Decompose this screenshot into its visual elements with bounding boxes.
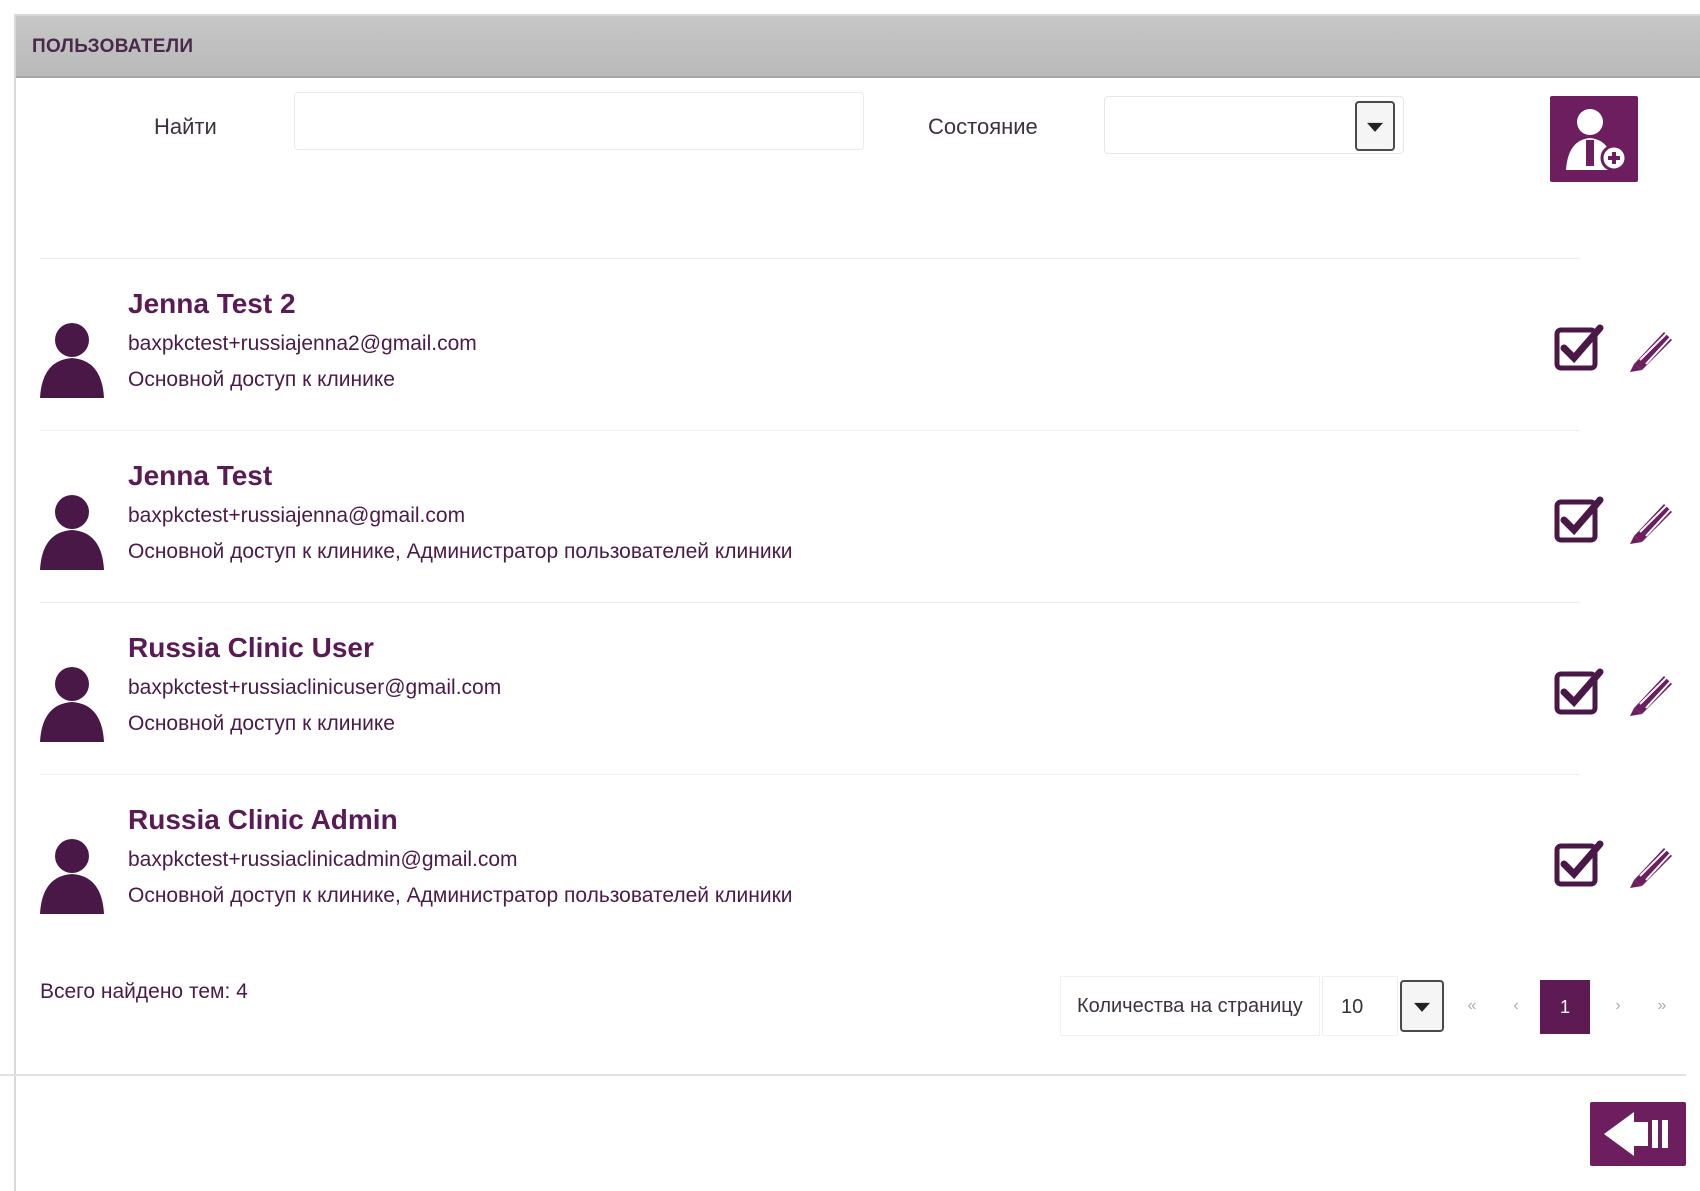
- divider: [40, 430, 1580, 431]
- user-avatar-icon: [40, 495, 104, 570]
- checkbox-checked-icon[interactable]: [1554, 322, 1604, 372]
- panel-header: ПОЛЬЗОВАТЕЛИ: [16, 16, 1700, 78]
- chevron-down-icon: [1367, 122, 1383, 132]
- prev-page-button[interactable]: ‹: [1492, 976, 1540, 1036]
- user-avatar-icon: [40, 667, 104, 742]
- per-page-label: Количества на страницу: [1060, 976, 1320, 1036]
- chevron-down-icon: [1414, 1002, 1430, 1012]
- checkbox-checked-icon[interactable]: [1554, 494, 1604, 544]
- total-count: Всего найдено тем: 4: [40, 980, 248, 1003]
- page-title: ПОЛЬЗОВАТЕЛИ: [32, 36, 194, 57]
- user-name: Jenna Test 2: [128, 288, 296, 319]
- user-row: Russia Clinic User baxpkctest+russiaclin…: [36, 624, 1672, 794]
- checkbox-checked-icon[interactable]: [1554, 666, 1604, 716]
- divider: [40, 602, 1580, 603]
- footer-divider: [0, 1074, 1686, 1076]
- user-roles: Основной доступ к клинике, Администратор…: [128, 540, 793, 563]
- pagination: Количества на страницу 10 « ‹ 1 › »: [1060, 976, 1670, 1036]
- user-name: Russia Clinic User: [128, 632, 374, 663]
- pencil-icon[interactable]: [1624, 836, 1680, 890]
- per-page-select[interactable]: 10: [1322, 976, 1398, 1036]
- status-dropdown-button[interactable]: [1355, 101, 1395, 151]
- user-email: baxpkctest+russiaclinicadmin@gmail.com: [128, 848, 518, 871]
- user-row: Jenna Test baxpkctest+russiajenna@gmail.…: [36, 452, 1672, 622]
- pencil-icon[interactable]: [1624, 664, 1680, 718]
- last-page-button[interactable]: »: [1638, 976, 1686, 1036]
- user-row: Russia Clinic Admin baxpkctest+russiacli…: [36, 796, 1672, 966]
- back-arrow-icon: [1604, 1112, 1668, 1156]
- status-select[interactable]: [1104, 96, 1404, 154]
- divider: [40, 774, 1580, 775]
- user-roles: Основной доступ к клинике, Администратор…: [128, 884, 793, 907]
- divider: [40, 258, 1580, 259]
- add-user-button[interactable]: [1550, 96, 1638, 182]
- search-input[interactable]: [294, 92, 864, 150]
- user-email: baxpkctest+russiaclinicuser@gmail.com: [128, 676, 502, 699]
- pencil-icon[interactable]: [1624, 320, 1680, 374]
- user-avatar-icon: [40, 839, 104, 914]
- add-user-icon: [1566, 109, 1628, 172]
- user-email: baxpkctest+russiajenna@gmail.com: [128, 504, 466, 527]
- page-1-button[interactable]: 1: [1540, 980, 1590, 1034]
- user-name: Russia Clinic Admin: [128, 804, 398, 835]
- per-page-dropdown-button[interactable]: [1400, 980, 1444, 1032]
- user-roles: Основной доступ к клинике: [128, 368, 395, 391]
- user-avatar-icon: [40, 323, 104, 398]
- pencil-icon[interactable]: [1624, 492, 1680, 546]
- first-page-button[interactable]: «: [1448, 976, 1496, 1036]
- user-roles: Основной доступ к клинике: [128, 712, 395, 735]
- next-page-button[interactable]: ›: [1594, 976, 1642, 1036]
- user-row: Jenna Test 2 baxpkctest+russiajenna2@gma…: [36, 280, 1672, 450]
- search-label: Найти: [154, 114, 217, 139]
- user-email: baxpkctest+russiajenna2@gmail.com: [128, 332, 477, 355]
- checkbox-checked-icon[interactable]: [1554, 838, 1604, 888]
- user-name: Jenna Test: [128, 460, 273, 491]
- status-label: Состояние: [928, 114, 1038, 139]
- back-button[interactable]: [1590, 1102, 1686, 1166]
